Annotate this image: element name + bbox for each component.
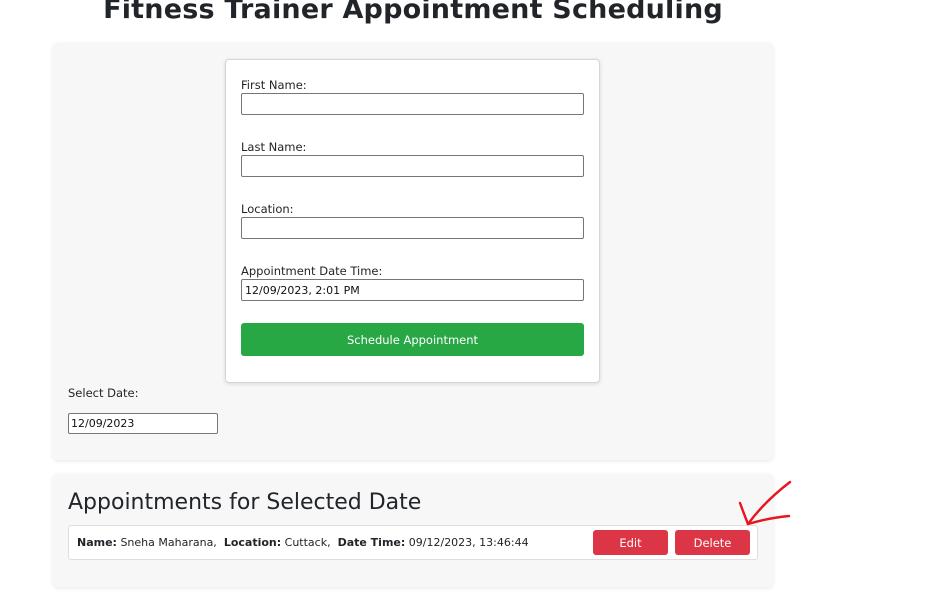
location-label: Location: [241,202,294,216]
location-input[interactable] [241,217,584,239]
location-label-inline: Location: [223,536,282,549]
schedule-appointment-button[interactable]: Schedule Appointment [241,323,584,356]
first-name-input[interactable] [241,93,584,115]
last-name-label: Last Name: [241,140,307,154]
name-label: Name: [77,536,117,549]
appointments-panel: Appointments for Selected Date Name: Sne… [53,474,773,587]
appointment-form: First Name: Last Name: Location: Appoint… [225,59,600,383]
appointment-details: Name: Sneha Maharana, Location: Cuttack,… [77,536,529,549]
appointment-datetime-input[interactable] [241,279,584,301]
datetime-label-inline: Date Time: [337,536,406,549]
appointment-list-item: Name: Sneha Maharana, Location: Cuttack,… [68,525,758,560]
appointment-location: Cuttack, [284,536,331,549]
checkmark-arrow-annotation-icon [738,480,792,526]
appointment-name: Sneha Maharana, [120,536,217,549]
select-date-input[interactable] [68,413,218,434]
appointment-datetime: 09/12/2023, 13:46:44 [408,536,529,549]
page-title: Fitness Trainer Appointment Scheduling [103,0,723,25]
appointment-datetime-label: Appointment Date Time: [241,264,383,278]
appointments-heading: Appointments for Selected Date [68,490,422,515]
first-name-label: First Name: [241,78,307,92]
last-name-input[interactable] [241,155,584,177]
select-date-label: Select Date: [68,386,139,400]
edit-button[interactable]: Edit [593,530,668,555]
